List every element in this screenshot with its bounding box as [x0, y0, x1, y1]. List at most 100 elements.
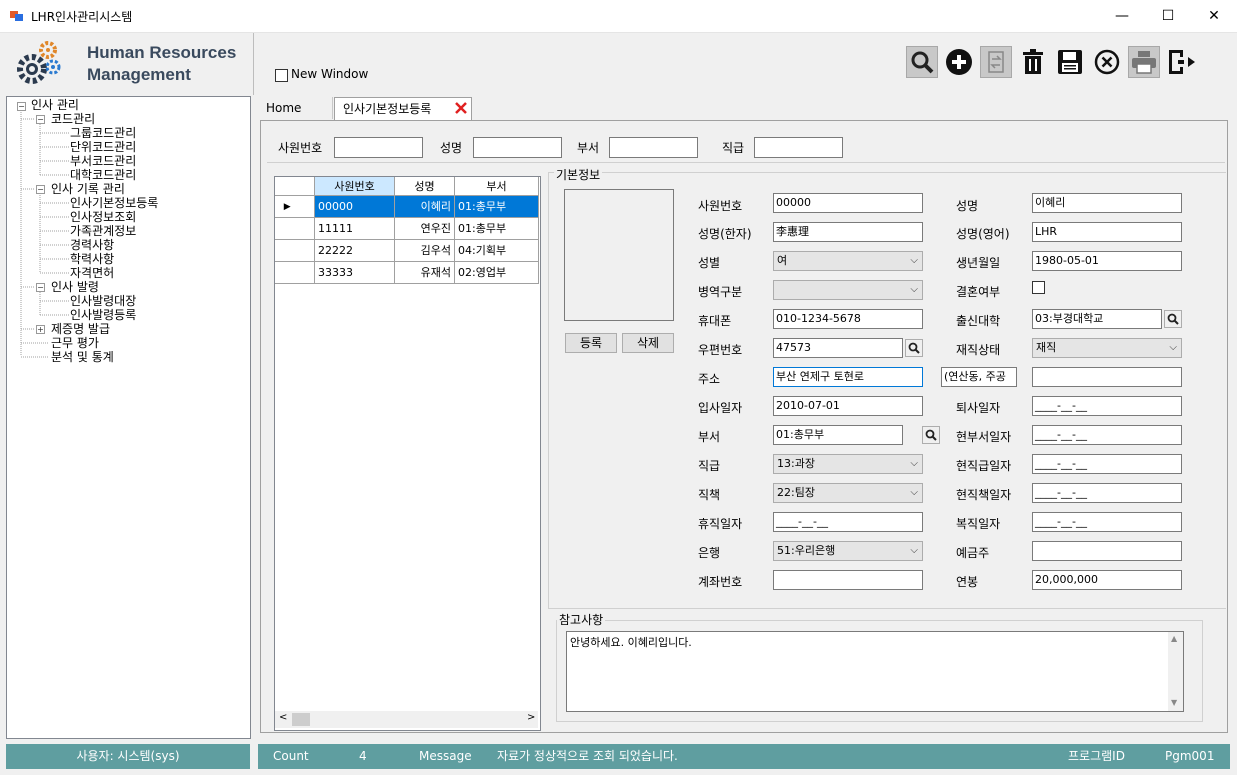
grid-cell-name[interactable]: 유재석: [395, 262, 455, 284]
add-button[interactable]: [943, 46, 975, 78]
tree-item-univ-code[interactable]: 대학코드관리: [70, 168, 136, 182]
register-photo-button[interactable]: 등록: [565, 333, 617, 353]
scroll-thumb[interactable]: [292, 713, 310, 726]
grid-cell-dept[interactable]: 01:총무부: [455, 196, 539, 218]
tree-item-info-query[interactable]: 인사정보조회: [70, 210, 136, 224]
scroll-down-icon[interactable]: ▼: [1171, 698, 1177, 707]
tab-basic-info[interactable]: 인사기본정보등록: [334, 97, 472, 120]
tree-node-root[interactable]: 인사 관리: [31, 98, 79, 112]
holder-input[interactable]: [1032, 541, 1182, 561]
univ-search-button[interactable]: [1164, 310, 1182, 328]
search-button[interactable]: [906, 46, 938, 78]
delete-button[interactable]: [1017, 46, 1049, 78]
grid-header-dept[interactable]: 부서: [455, 177, 539, 196]
tree-item-unit-code[interactable]: 단위코드관리: [70, 140, 136, 154]
zip-input[interactable]: 47573: [773, 338, 903, 358]
retire-date-input[interactable]: ____-__-__: [1032, 396, 1182, 416]
bank-select[interactable]: 51:우리은행 ⌵: [773, 541, 923, 561]
tree-item-family[interactable]: 가족관계정보: [70, 224, 136, 238]
tree-item-basic-info[interactable]: 인사기본정보등록: [70, 196, 158, 210]
tree-item-education[interactable]: 학력사항: [70, 252, 114, 266]
search-rank-input[interactable]: [754, 137, 843, 158]
scroll-left-icon[interactable]: <: [279, 712, 287, 723]
tree-collapse-icon[interactable]: −: [36, 115, 45, 124]
grid-cell-emp-no[interactable]: 22222: [315, 240, 395, 262]
grid-cell-dept[interactable]: 01:총무부: [455, 218, 539, 240]
search-name-input[interactable]: [473, 137, 562, 158]
reinstate-date-input[interactable]: ____-__-__: [1032, 512, 1182, 532]
birth-input[interactable]: 1980-05-01: [1032, 251, 1182, 271]
grid-cell-dept[interactable]: 02:영업부: [455, 262, 539, 284]
emp-no-input[interactable]: 00000: [773, 193, 923, 213]
rank-date-input[interactable]: ____-__-__: [1032, 454, 1182, 474]
print-button[interactable]: [1128, 46, 1160, 78]
tree-node-eval[interactable]: 근무 평가: [51, 336, 99, 350]
notes-scrollbar[interactable]: ▲ ▼: [1168, 632, 1183, 711]
grid-cell-emp-no[interactable]: 11111: [315, 218, 395, 240]
tab-home[interactable]: Home: [258, 97, 333, 119]
row-header[interactable]: [275, 218, 315, 240]
position-select[interactable]: 22:팀장 ⌵: [773, 483, 923, 503]
grid-header-emp-no[interactable]: 사원번호: [315, 177, 395, 196]
address-extra-input[interactable]: [1032, 367, 1182, 387]
grid-cell-emp-no[interactable]: 00000: [315, 196, 395, 218]
tree-item-order-register[interactable]: 인사발령등록: [70, 308, 136, 322]
horizontal-scrollbar[interactable]: < >: [275, 711, 538, 728]
dept-input[interactable]: 01:총무부: [773, 425, 903, 445]
tree-item-group-code[interactable]: 그룹코드관리: [70, 126, 136, 140]
military-select[interactable]: ⌵: [773, 280, 923, 300]
address-detail-input[interactable]: (연산동, 주공: [941, 367, 1017, 387]
position-date-input[interactable]: ____-__-__: [1032, 483, 1182, 503]
zip-search-button[interactable]: [905, 339, 923, 357]
close-button[interactable]: ✕: [1191, 0, 1237, 32]
tree-collapse-icon[interactable]: −: [17, 102, 26, 111]
row-header[interactable]: [275, 240, 315, 262]
hire-date-input[interactable]: 2010-07-01: [773, 396, 923, 416]
tree-expand-icon[interactable]: +: [36, 325, 45, 334]
grid-cell-name[interactable]: 이혜리: [395, 196, 455, 218]
name-hanja-input[interactable]: 李惠理: [773, 222, 923, 242]
grid-cell-name[interactable]: 연우진: [395, 218, 455, 240]
maximize-button[interactable]: ☐: [1145, 0, 1191, 32]
swap-button[interactable]: [980, 46, 1012, 78]
tree-node-cert[interactable]: 제증명 발급: [51, 322, 110, 336]
cancel-button[interactable]: [1091, 46, 1123, 78]
search-emp-no-input[interactable]: [334, 137, 423, 158]
tree-collapse-icon[interactable]: −: [36, 185, 45, 194]
notes-textarea[interactable]: 안녕하세요. 이혜리입니다. ▲ ▼: [566, 631, 1184, 712]
tree-node-record[interactable]: 인사 기록 관리: [51, 182, 125, 196]
status-select[interactable]: 재직 ⌵: [1032, 338, 1182, 358]
delete-photo-button[interactable]: 삭제: [622, 333, 674, 353]
row-header[interactable]: [275, 262, 315, 284]
name-input[interactable]: 이혜리: [1032, 193, 1182, 213]
grid-cell-dept[interactable]: 04:기획부: [455, 240, 539, 262]
tree-item-order-ledger[interactable]: 인사발령대장: [70, 294, 136, 308]
married-checkbox[interactable]: [1032, 281, 1045, 294]
tree-collapse-icon[interactable]: −: [36, 283, 45, 292]
grid-cell-name[interactable]: 김우석: [395, 240, 455, 262]
tree-node-order[interactable]: 인사 발령: [51, 280, 99, 294]
tree-item-license[interactable]: 자격면허: [70, 266, 114, 280]
save-button[interactable]: [1054, 46, 1086, 78]
scroll-right-icon[interactable]: >: [527, 712, 535, 723]
scroll-up-icon[interactable]: ▲: [1171, 634, 1177, 643]
salary-input[interactable]: 20,000,000: [1032, 570, 1182, 590]
tree-node-stats[interactable]: 분석 및 통계: [51, 350, 114, 364]
tab-close-icon[interactable]: [454, 101, 468, 115]
new-window-checkbox[interactable]: [275, 69, 288, 82]
dept-date-input[interactable]: ____-__-__: [1032, 425, 1182, 445]
account-input[interactable]: [773, 570, 923, 590]
row-indicator-icon[interactable]: ▶: [275, 196, 315, 218]
search-dept-input[interactable]: [609, 137, 698, 158]
tree-item-career[interactable]: 경력사항: [70, 238, 114, 252]
gender-select[interactable]: 여 ⌵: [773, 251, 923, 271]
tree-item-dept-code[interactable]: 부서코드관리: [70, 154, 136, 168]
address-input[interactable]: 부산 연제구 토현로: [773, 367, 923, 387]
name-en-input[interactable]: LHR: [1032, 222, 1182, 242]
tree-node-code[interactable]: 코드관리: [51, 112, 95, 126]
grid-header-name[interactable]: 성명: [395, 177, 455, 196]
dept-search-button[interactable]: [922, 426, 940, 444]
exit-button[interactable]: [1165, 46, 1197, 78]
mobile-input[interactable]: 010-1234-5678: [773, 309, 923, 329]
rank-select[interactable]: 13:과장 ⌵: [773, 454, 923, 474]
